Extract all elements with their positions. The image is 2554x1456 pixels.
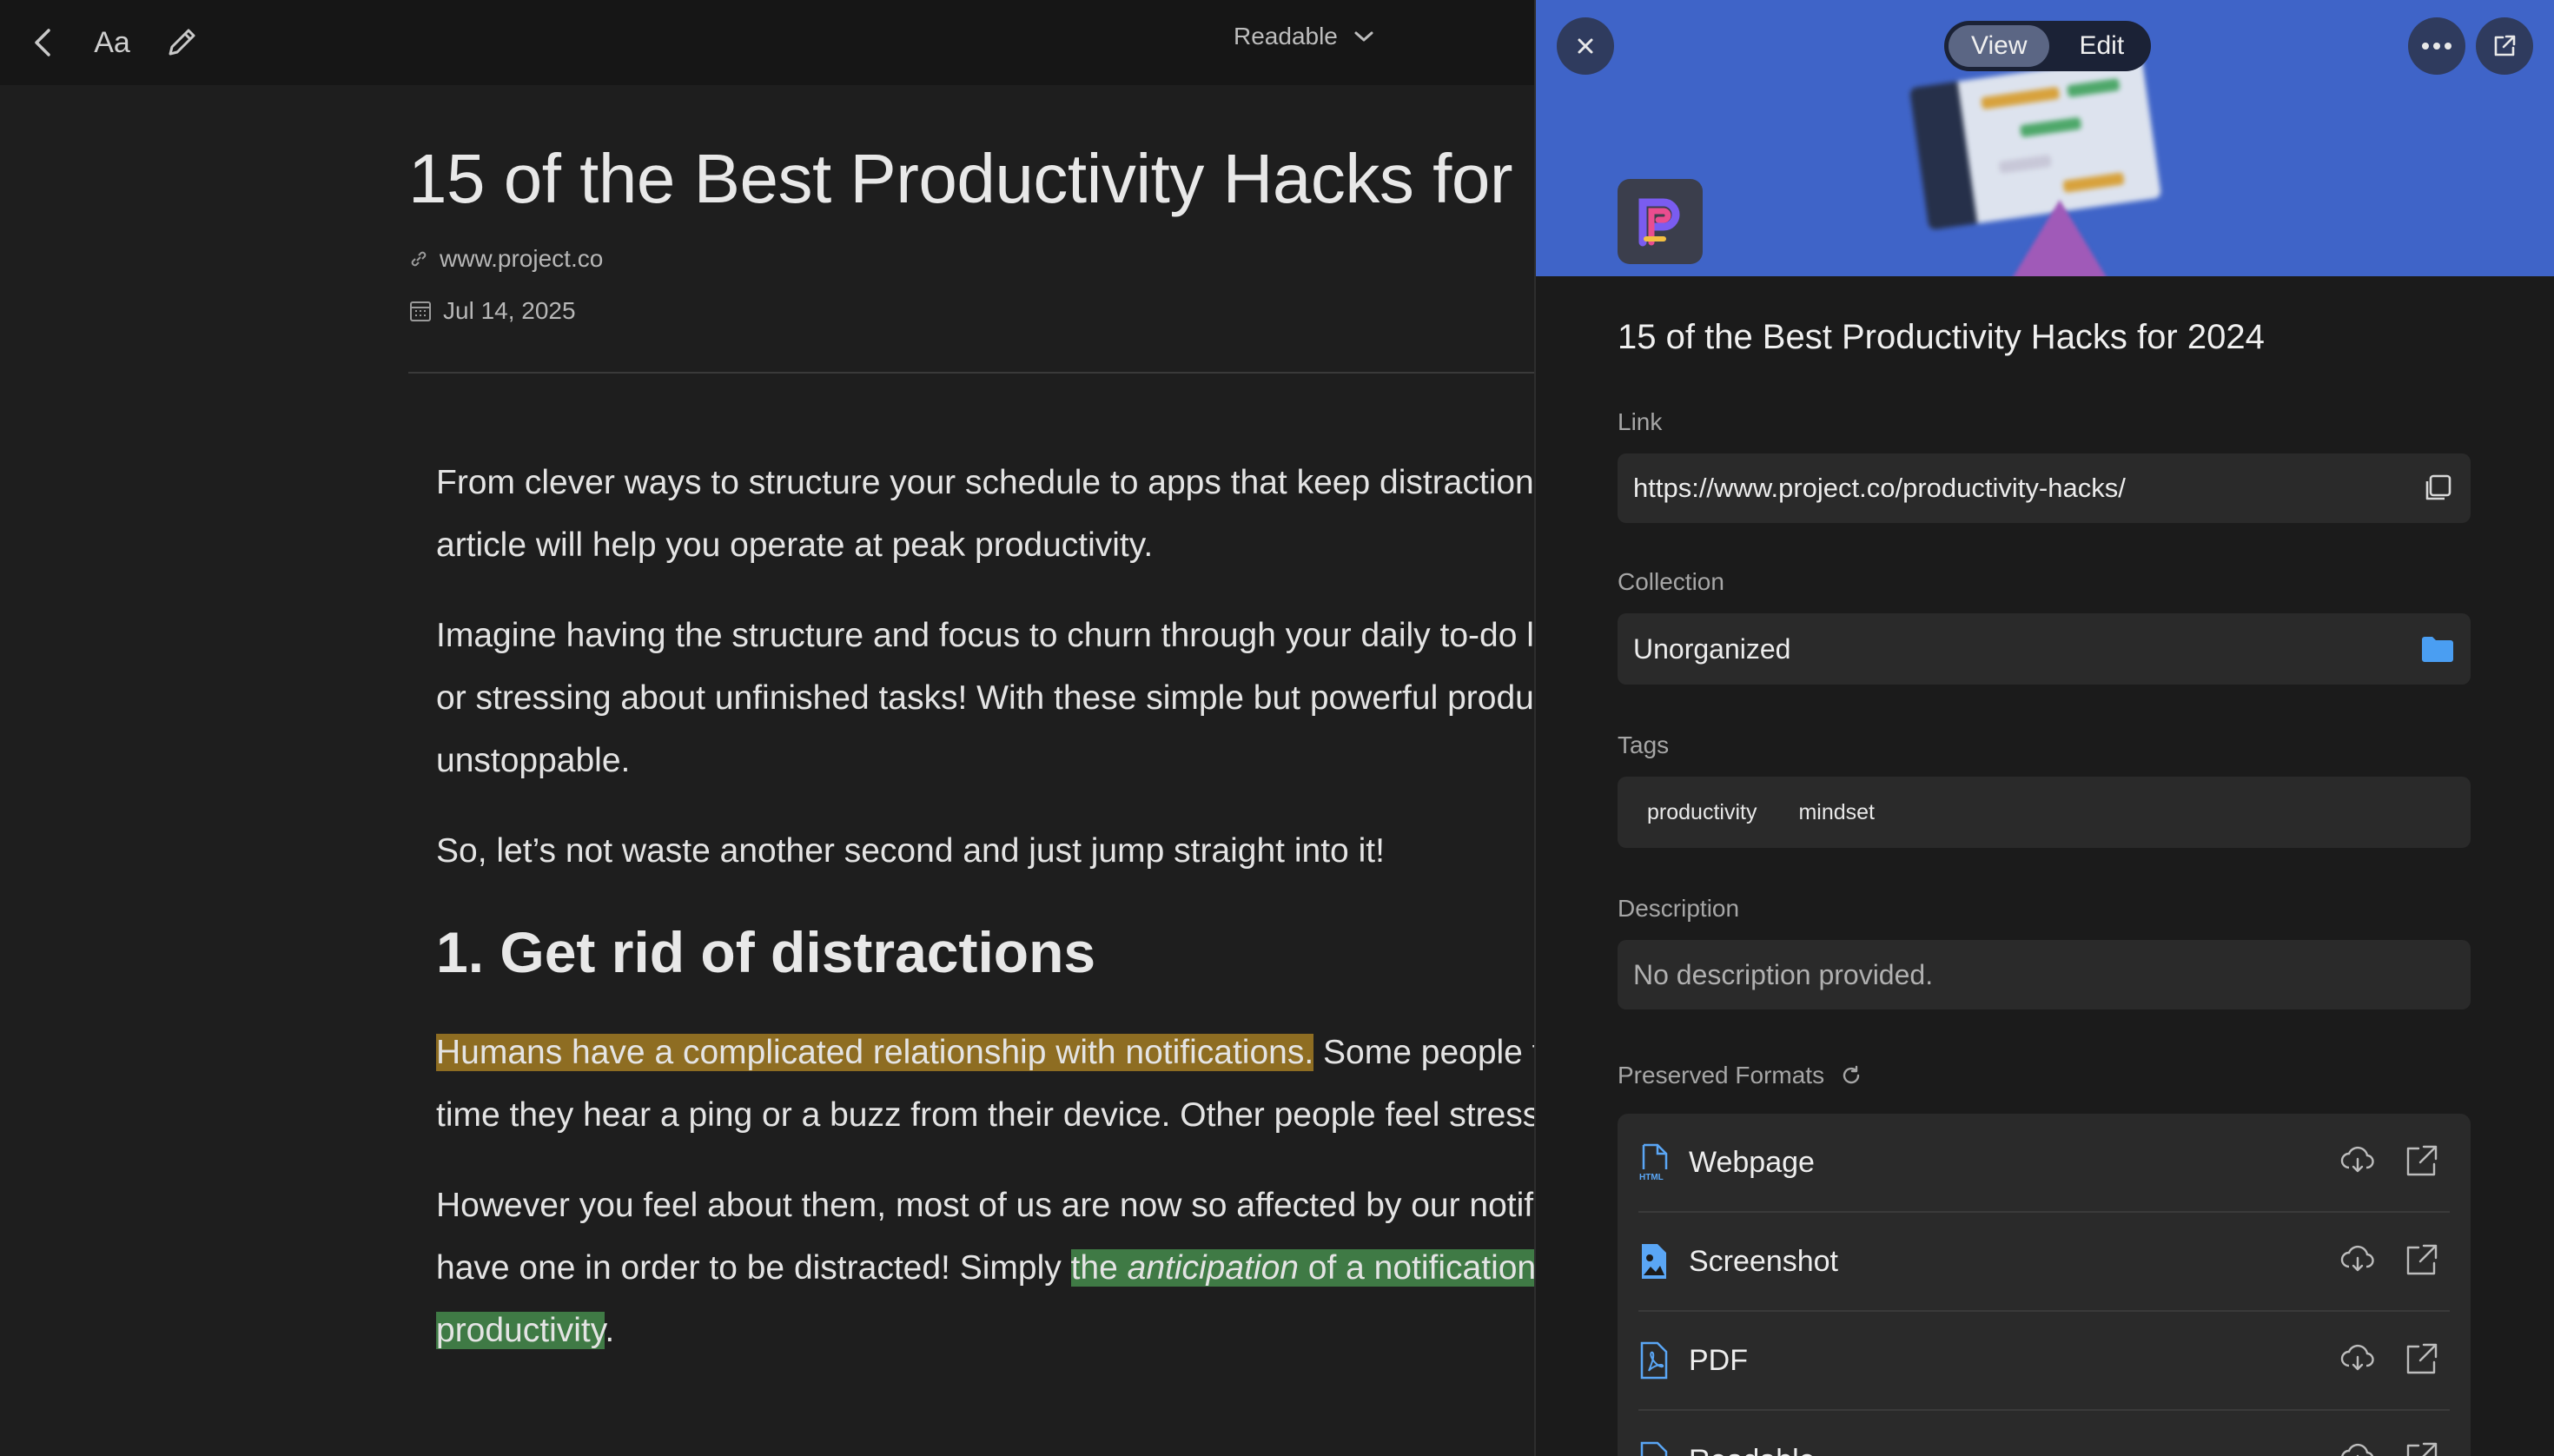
copy-icon[interactable]: [2420, 471, 2455, 506]
article-body: From clever ways to structure your sched…: [408, 452, 1534, 1362]
paragraph-text: article will help you operate at peak pr…: [436, 526, 1154, 564]
pdf-file-icon: [1638, 1341, 1670, 1380]
format-name: PDF: [1689, 1343, 1748, 1377]
format-name: Readable: [1689, 1444, 1816, 1456]
document-file-icon: [1638, 1441, 1670, 1456]
image-file-icon: [1638, 1242, 1670, 1281]
reader-mode-label: Readable: [1234, 23, 1338, 50]
calendar-icon: [410, 301, 431, 321]
section-heading: 1. Get rid of distractions: [436, 920, 1096, 984]
paragraph-text: Imagine having the structure and focus t…: [436, 617, 1534, 654]
tags-label: Tags: [1618, 731, 1670, 758]
paragraph-text: have one in order to be distracted! Simp…: [436, 1249, 1071, 1287]
view-edit-toggle: View Edit: [1944, 21, 2152, 71]
svg-text:HTML: HTML: [1639, 1173, 1664, 1181]
external-link-icon[interactable]: [2403, 1241, 2441, 1279]
collection-value: Unorganized: [1633, 632, 1791, 665]
back-icon[interactable]: [21, 21, 64, 64]
paragraph-text: From clever ways to structure your sched…: [436, 464, 1534, 501]
preserved-formats-label: Preserved Formats: [1618, 1062, 1825, 1089]
article-title: 15 of the Best Productivity Hacks for 20…: [408, 140, 1534, 217]
paragraph-text: However you feel about them, most of us …: [436, 1187, 1534, 1224]
paragraph-text: Some people feel a sense of anticipation…: [1323, 1034, 1534, 1071]
paragraph: So, let’s not waste another second and j…: [436, 832, 1385, 870]
external-link-icon[interactable]: [2403, 1439, 2441, 1456]
reader-mode-dropdown[interactable]: Readable: [1234, 23, 1374, 50]
description-field: No description provided.: [1618, 940, 2471, 1009]
download-icon[interactable]: [2339, 1439, 2377, 1456]
highlight-green[interactable]: the anticipation of a notification can r…: [1070, 1249, 1534, 1287]
paragraph-text: .: [605, 1312, 615, 1349]
paragraph: Humans have a complicated relationship w…: [436, 1022, 1534, 1147]
article-date-row: Jul 14, 2025: [408, 297, 1534, 325]
site-logo: [1618, 179, 1703, 264]
format-name: Webpage: [1689, 1145, 1815, 1179]
more-dots-icon: [2422, 43, 2451, 50]
link-url[interactable]: https://www.project.co/productivity-hack…: [1633, 473, 2420, 504]
paragraph-text: unstoppable.: [436, 742, 631, 779]
link-details-panel: View Edit 15 of the Best Productivity Ha…: [1534, 0, 2554, 1456]
more-options-button[interactable]: [2408, 17, 2465, 75]
paragraph: From clever ways to structure your sched…: [436, 452, 1534, 577]
format-row-screenshot[interactable]: Screenshot: [1638, 1213, 2450, 1312]
open-external-button[interactable]: [2476, 17, 2533, 75]
close-icon: [1578, 38, 1593, 54]
download-icon[interactable]: [2339, 1142, 2377, 1180]
chevron-down-icon: [1354, 31, 1373, 42]
view-tab[interactable]: View: [1949, 25, 2050, 67]
highlight-green[interactable]: productivity: [436, 1312, 605, 1349]
format-name: Screenshot: [1689, 1244, 1838, 1278]
external-link-icon: [2494, 35, 2516, 56]
tag-chip[interactable]: productivity: [1647, 800, 1757, 825]
link-label: Link: [1618, 408, 1663, 435]
reader-toolbar: Aa Readable: [0, 0, 1534, 85]
highlight-text: the: [1070, 1249, 1128, 1287]
format-row-pdf[interactable]: PDF: [1638, 1312, 2450, 1411]
preserved-formats-list: HTML Webpage Screenshot PDF: [1618, 1114, 2471, 1456]
highlight-text: of a notification can reduce: [1307, 1249, 1534, 1287]
format-row-webpage[interactable]: HTML Webpage: [1638, 1114, 2450, 1213]
html-file-icon: HTML: [1638, 1143, 1670, 1181]
edit-tab[interactable]: Edit: [2056, 25, 2147, 67]
link-icon: [411, 251, 427, 267]
download-icon[interactable]: [2339, 1340, 2377, 1378]
article-source: www.project.co: [408, 245, 1534, 273]
external-link-icon[interactable]: [2403, 1340, 2441, 1378]
highlight-pen-icon[interactable]: [160, 21, 203, 64]
close-button[interactable]: [1557, 17, 1614, 75]
reader-view: Aa Readable 15 of the Best Productivity …: [0, 0, 1534, 1456]
preserved-formats-header: Preserved Formats: [1618, 1062, 1863, 1089]
tag-chip[interactable]: mindset: [1798, 800, 1875, 825]
divider: [408, 372, 1534, 374]
link-title: 15 of the Best Productivity Hacks for 20…: [1618, 318, 2265, 356]
format-row-readable[interactable]: Readable: [1638, 1411, 2450, 1456]
paragraph-text: time they hear a ping or a buzz from the…: [436, 1096, 1534, 1134]
download-icon[interactable]: [2339, 1241, 2377, 1279]
collection-field[interactable]: Unorganized: [1618, 613, 2471, 685]
refresh-icon[interactable]: [1840, 1064, 1863, 1087]
tags-field[interactable]: productivity mindset: [1618, 777, 2471, 848]
highlight-emphasis: anticipation: [1127, 1249, 1299, 1287]
highlight-yellow[interactable]: Humans have a complicated relationship w…: [436, 1034, 1314, 1071]
link-field[interactable]: https://www.project.co/productivity-hack…: [1618, 453, 2471, 523]
paragraph: Imagine having the structure and focus t…: [436, 605, 1534, 792]
font-settings-button[interactable]: Aa: [90, 21, 134, 64]
collection-label: Collection: [1618, 568, 1724, 595]
article-domain-link[interactable]: www.project.co: [440, 245, 603, 273]
preview-shape: [2009, 200, 2110, 276]
preview-banner: View Edit: [1536, 0, 2554, 276]
description-label: Description: [1618, 895, 1740, 922]
article: 15 of the Best Productivity Hacks for 20…: [408, 139, 1534, 1390]
paragraph: However you feel about them, most of us …: [436, 1175, 1534, 1362]
article-date: Jul 14, 2025: [443, 297, 576, 324]
folder-icon: [2422, 637, 2453, 662]
external-link-icon[interactable]: [2403, 1142, 2441, 1180]
paragraph-text: or stressing about unfinished tasks! Wit…: [436, 679, 1534, 717]
